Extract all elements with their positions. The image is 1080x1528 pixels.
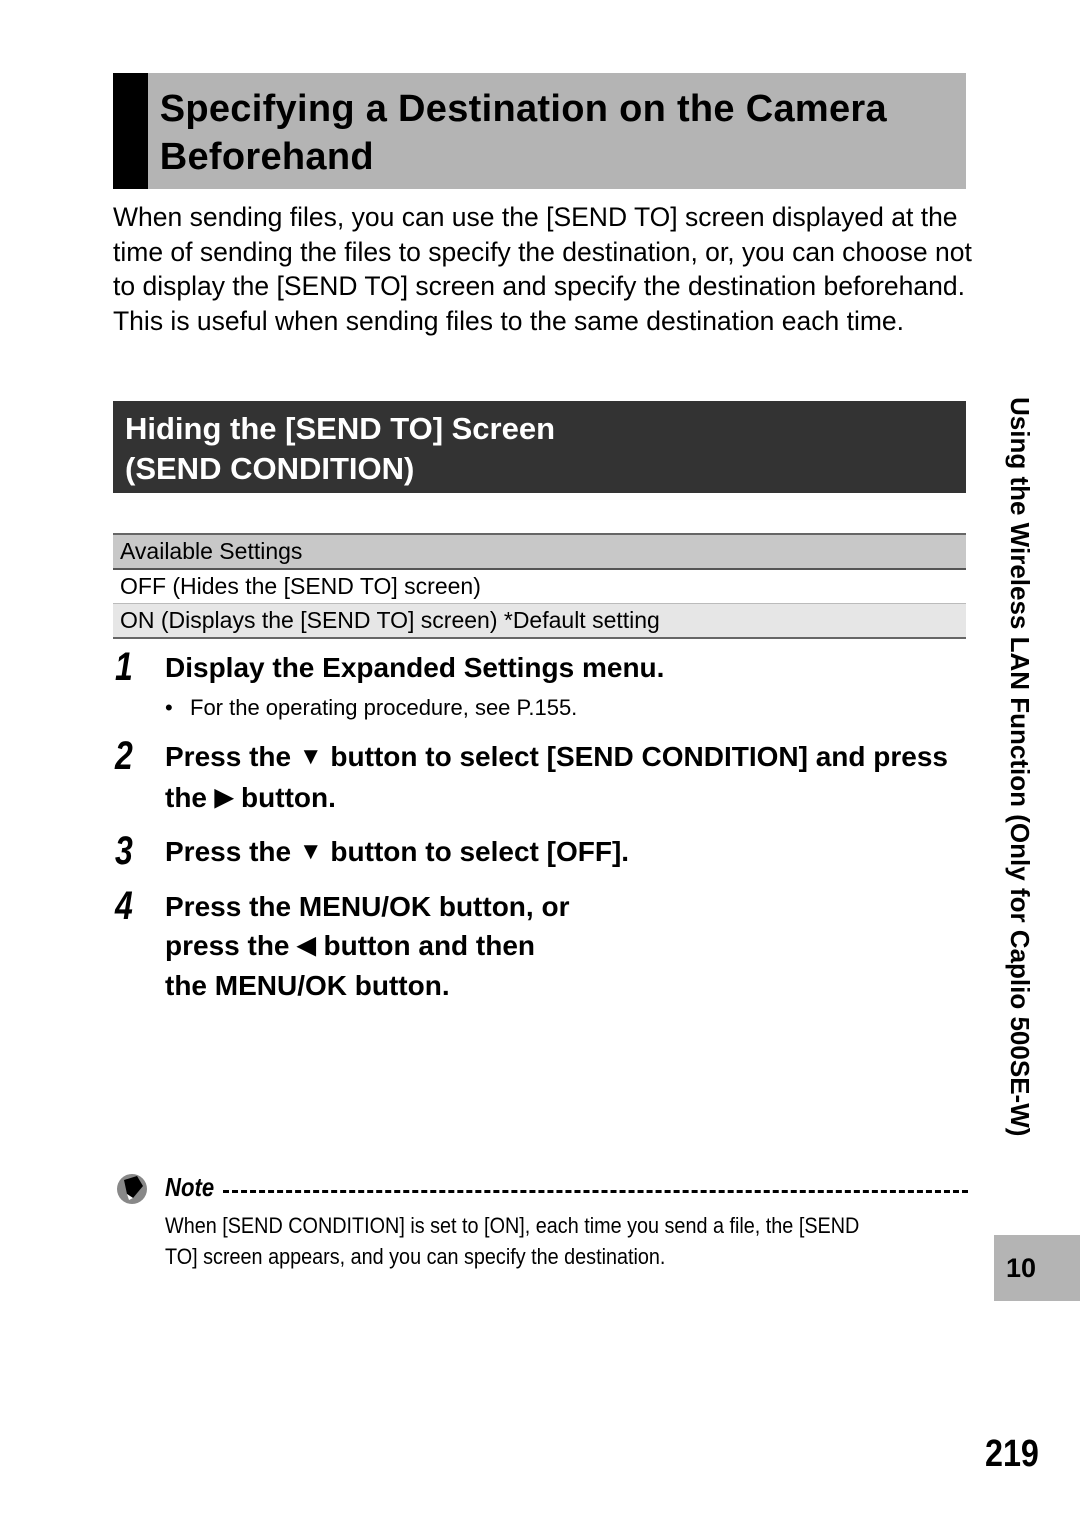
step-text-part: press the xyxy=(165,929,290,961)
bullet-icon: • xyxy=(165,694,173,720)
step-subnote-text: For the operating procedure, see P.155. xyxy=(190,694,578,720)
step-text-part: button. xyxy=(241,781,336,813)
note-title: Note xyxy=(165,1172,215,1202)
step-2: 2 Press the ▼ button to select [SEND CON… xyxy=(113,734,973,819)
step-text-part: button to select [OFF]. xyxy=(330,836,630,867)
note-divider xyxy=(223,1190,968,1193)
step-1: 1 Display the Expanded Settings menu. • F… xyxy=(113,645,973,722)
step-4: 4 Press the MENU/OK button, or press the… xyxy=(113,884,973,1006)
table-row: ON (Displays the [SEND TO] screen) *Defa… xyxy=(113,603,966,639)
step-text-part: Press the xyxy=(165,741,292,772)
table-row: OFF (Hides the [SEND TO] screen) xyxy=(113,569,966,604)
step-text: Display the Expanded Settings menu. xyxy=(165,652,665,683)
step-text: Press the MENU/OK button, or press the ◀… xyxy=(165,888,973,1006)
section-header: Hiding the [SEND TO] Screen (SEND CONDIT… xyxy=(113,401,966,493)
step-text-part: the MENU/OK button. xyxy=(165,970,450,1001)
table-header-row: Available Settings xyxy=(113,533,966,570)
title-banner: Specifying a Destination on the Camera B… xyxy=(113,73,966,189)
step-text: Press the ▼ button to select [SEND CONDI… xyxy=(165,738,973,819)
chapter-tab: 10 xyxy=(994,1235,1080,1301)
step-number: 4 xyxy=(115,884,133,928)
setting-off: OFF (Hides the [SEND TO] screen) xyxy=(113,569,966,604)
down-arrow-icon: ▼ xyxy=(298,743,323,770)
left-arrow-icon: ◀ xyxy=(297,931,316,959)
step-number: 1 xyxy=(115,645,133,689)
step-number: 2 xyxy=(115,734,133,778)
chapter-side-label: Using the Wireless LAN Function (Only fo… xyxy=(1000,397,1040,1222)
page-number: 219 xyxy=(985,1433,1039,1475)
section-heading: Hiding the [SEND TO] Screen (SEND CONDIT… xyxy=(125,411,556,486)
table-header-cell: Available Settings xyxy=(113,533,966,570)
chapter-title-vertical: Using the Wireless LAN Function (Only fo… xyxy=(1005,397,1035,1137)
right-arrow-icon: ▶ xyxy=(214,783,234,811)
setting-on: ON (Displays the [SEND TO] screen) *Defa… xyxy=(113,603,966,639)
step-text-part: button and then xyxy=(323,929,536,961)
title-accent-bar xyxy=(113,73,148,189)
step-text-part: Press the MENU/OK button, or xyxy=(165,891,570,922)
intro-paragraph: When sending files, you can use the [SEN… xyxy=(113,202,972,336)
step-3: 3 Press the ▼ button to select [OFF]. xyxy=(113,829,973,874)
note-pencil-icon xyxy=(117,1174,147,1204)
page-title: Specifying a Destination on the Camera B… xyxy=(159,88,887,178)
settings-table: Available Settings OFF (Hides the [SEND … xyxy=(113,533,966,639)
step-number: 3 xyxy=(115,829,133,873)
chapter-number: 10 xyxy=(1006,1252,1037,1283)
step-subnote: • For the operating procedure, see P.155. xyxy=(165,694,973,722)
note-body: When [SEND CONDITION] is set to [ON], ea… xyxy=(165,1213,860,1269)
step-text: Press the ▼ button to select [OFF]. xyxy=(165,833,973,874)
step-text-part: Press the xyxy=(165,836,292,867)
down-arrow-icon: ▼ xyxy=(298,838,323,865)
